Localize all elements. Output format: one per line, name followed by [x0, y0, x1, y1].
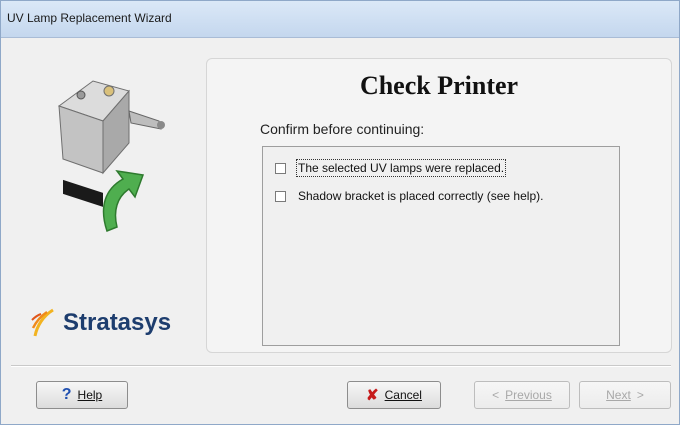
checklist-label: The selected UV lamps were replaced. [295, 159, 507, 177]
logo-text: Stratasys [63, 309, 172, 336]
checklist-item[interactable]: The selected UV lamps were replaced. [275, 159, 507, 177]
shadow-bracket-checkbox[interactable] [275, 190, 286, 202]
instruction-text: Confirm before continuing: [260, 121, 425, 137]
cancel-button-label: Cancel [384, 388, 422, 402]
wizard-window: UV Lamp Replacement Wizard Stratasys Che… [0, 0, 680, 425]
window-title: UV Lamp Replacement Wizard [7, 11, 172, 25]
previous-button[interactable]: < Previous [474, 381, 570, 409]
back-arrow-icon: < [492, 388, 500, 402]
help-button-label: Help [77, 388, 103, 402]
question-icon: ? [61, 386, 72, 403]
confirmation-checklist: The selected UV lamps were replaced. Sha… [262, 146, 620, 346]
content-panel: Check Printer Confirm before continuing:… [206, 58, 672, 353]
stratasys-logo: Stratasys [31, 303, 171, 343]
previous-button-label: Previous [505, 388, 552, 402]
next-button-label: Next [606, 388, 631, 402]
cancel-button[interactable]: ✘ Cancel [347, 381, 441, 409]
page-title: Check Printer [359, 71, 519, 100]
x-icon: ✘ [366, 387, 379, 404]
uv-lamp-illustration [57, 80, 165, 232]
title-bar: UV Lamp Replacement Wizard [1, 1, 679, 38]
next-button[interactable]: Next > [579, 381, 671, 409]
footer-separator [11, 365, 671, 367]
checklist-item[interactable]: Shadow bracket is placed correctly (see … [275, 189, 543, 203]
forward-arrow-icon: > [636, 388, 644, 402]
checklist-label: Shadow bracket is placed correctly (see … [298, 189, 544, 203]
logo-swoosh-icon [31, 308, 54, 337]
lamps-replaced-checkbox[interactable] [275, 162, 286, 174]
help-button[interactable]: ? Help [36, 381, 128, 409]
